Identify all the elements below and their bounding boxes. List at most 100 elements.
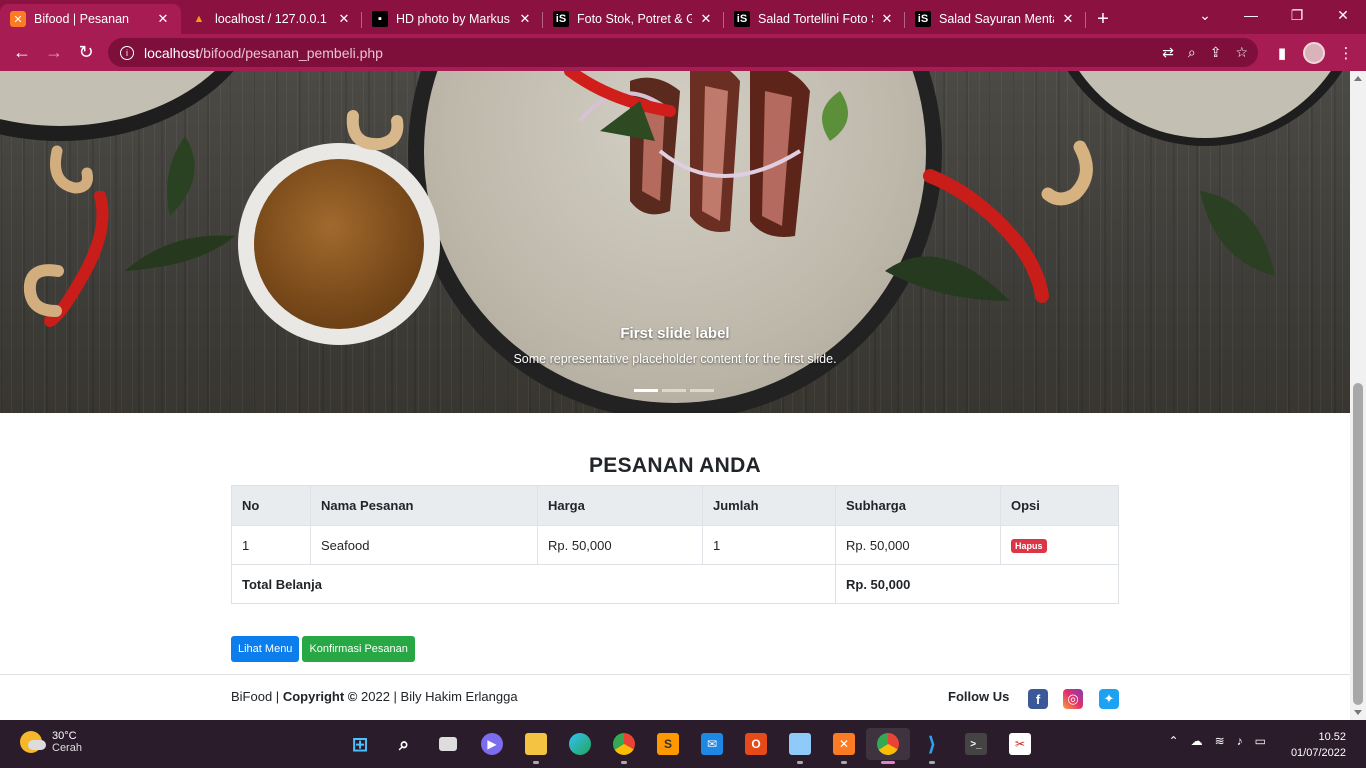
url-path: /bifood/pesanan_pembeli.php <box>199 44 383 61</box>
profile-avatar[interactable] <box>1298 37 1330 69</box>
close-tab-icon[interactable]: ✕ <box>336 11 352 27</box>
close-window-icon[interactable]: ✕ <box>1320 0 1366 30</box>
sublime-button[interactable]: S <box>646 728 690 760</box>
close-tab-icon[interactable]: ✕ <box>879 11 895 27</box>
search-button[interactable]: ⌕ <box>382 728 426 760</box>
instagram-icon[interactable]: ◎ <box>1063 689 1083 709</box>
close-tab-icon[interactable]: ✕ <box>517 11 533 27</box>
onedrive-icon[interactable]: ☁ <box>1191 734 1203 748</box>
close-tab-icon[interactable]: ✕ <box>155 11 171 27</box>
search-icon: ⌕ <box>398 733 410 754</box>
istock-icon: iS <box>915 11 931 27</box>
carousel-indicator-1[interactable] <box>634 389 658 392</box>
translate-icon[interactable]: ⇄ <box>1162 44 1174 61</box>
volume-icon[interactable]: ♪ <box>1237 734 1243 748</box>
site-info-icon[interactable]: i <box>120 45 134 60</box>
tab-phpmyadmin[interactable]: ▲ localhost / 127.0.0.1 | p ✕ <box>181 4 362 34</box>
tab-bifood-pesanan[interactable]: ✕ Bifood | Pesanan ✕ <box>0 4 181 34</box>
page-scrollbar[interactable] <box>1350 71 1366 720</box>
tab-title: Salad Tortellini Foto St <box>758 12 873 26</box>
xampp-button[interactable]: ✕ <box>822 728 866 764</box>
col-header-opsi: Opsi <box>1000 485 1119 526</box>
tab-istock-3[interactable]: iS Salad Sayuran Mentah ✕ <box>905 4 1086 34</box>
istock-icon: iS <box>553 11 569 27</box>
office-button[interactable]: O <box>734 728 778 760</box>
vscode-button[interactable]: ⟩ <box>910 728 954 764</box>
order-actions: Lihat Menu Konfirmasi Pesanan <box>231 636 415 662</box>
carousel-caption-text: Some representative placeholder content … <box>513 352 837 366</box>
follow-us-label: Follow Us <box>948 689 1010 704</box>
side-panel-icon[interactable]: ▮ <box>1266 37 1298 69</box>
carousel-indicator-3[interactable] <box>690 389 714 392</box>
chrome-profile-button[interactable] <box>866 728 910 764</box>
tab-istock-1[interactable]: iS Foto Stok, Potret & Ga ✕ <box>543 4 724 34</box>
back-arrow-icon[interactable]: ← <box>6 37 38 69</box>
twitter-icon[interactable]: ✦ <box>1099 689 1119 709</box>
scrollbar-thumb[interactable] <box>1353 383 1363 705</box>
restore-icon[interactable]: ❐ <box>1274 0 1320 30</box>
photos-icon <box>789 733 811 755</box>
tab-title: HD photo by Markus \ <box>396 12 511 26</box>
bookmark-star-icon[interactable]: ☆ <box>1235 44 1248 61</box>
hapus-button[interactable]: Hapus <box>1011 539 1047 553</box>
mail-button[interactable]: ✉ <box>690 728 734 760</box>
tab-strip: ✕ Bifood | Pesanan ✕ ▲ localhost / 127.0… <box>0 0 1366 34</box>
weather-icon <box>20 731 46 753</box>
weather-widget[interactable]: 30°C Cerah <box>20 730 82 754</box>
address-bar[interactable]: i localhost/bifood/pesanan_pembeli.php ⇄… <box>108 38 1258 67</box>
leaf-image <box>167 136 195 216</box>
url-host: localhost <box>144 44 200 61</box>
tab-title: localhost / 127.0.0.1 | p <box>215 12 330 26</box>
carousel-indicators <box>634 389 714 392</box>
tab-search-icon[interactable]: ⌄ <box>1182 0 1228 30</box>
lihat-menu-button[interactable]: Lihat Menu <box>231 636 300 662</box>
konfirmasi-pesanan-button[interactable]: Konfirmasi Pesanan <box>302 636 415 662</box>
zoom-icon[interactable]: ⌕ <box>1188 44 1196 61</box>
mail-icon: ✉ <box>701 733 723 755</box>
chat-button[interactable]: ▶ <box>470 728 514 760</box>
footer-copyright: BiFood | Copyright © 2022 | Bily Hakim E… <box>231 689 518 704</box>
hero-carousel[interactable]: First slide label Some representative pl… <box>0 71 1350 413</box>
cashew-image <box>50 145 93 194</box>
weather-condition: Cerah <box>52 742 82 754</box>
windows-taskbar: 30°C Cerah ⊞ ⌕ ▶ S ✉ O ✕ ⟩ >_ ✂ ⌃ ☁ ≋ ♪ … <box>0 720 1366 768</box>
tab-istock-2[interactable]: iS Salad Tortellini Foto St ✕ <box>724 4 905 34</box>
clock[interactable]: 10.52 01/07/2022 <box>1291 729 1346 761</box>
minimize-icon[interactable]: — <box>1228 0 1274 30</box>
facebook-icon[interactable]: f <box>1028 689 1048 709</box>
new-tab-button[interactable]: + <box>1086 4 1120 34</box>
chrome-icon <box>877 733 899 755</box>
kebab-menu-icon[interactable]: ⋮ <box>1330 37 1362 69</box>
carousel-indicator-2[interactable] <box>662 389 686 392</box>
leaf-image <box>125 235 235 271</box>
task-view-button[interactable] <box>426 728 470 760</box>
close-tab-icon[interactable]: ✕ <box>1060 11 1076 27</box>
task-view-icon <box>439 737 457 751</box>
col-header-jumlah: Jumlah <box>702 485 836 526</box>
edge-button[interactable] <box>558 728 602 760</box>
scroll-down-icon[interactable] <box>1354 710 1362 715</box>
footer-copyright-label: Copyright © <box>282 689 358 704</box>
battery-icon[interactable]: ▭ <box>1255 734 1266 748</box>
chevron-up-icon[interactable]: ⌃ <box>1169 734 1179 748</box>
footer: BiFood | Copyright © 2022 | Bily Hakim E… <box>0 674 1350 720</box>
col-header-subharga: Subharga <box>835 485 1001 526</box>
tab-unsplash[interactable]: ▪ HD photo by Markus \ ✕ <box>362 4 543 34</box>
scroll-up-icon[interactable] <box>1354 76 1362 81</box>
close-tab-icon[interactable]: ✕ <box>698 11 714 27</box>
cell-nama: Seafood <box>310 525 538 565</box>
snipping-tool-button[interactable]: ✂ <box>998 728 1042 760</box>
file-explorer-button[interactable] <box>514 728 558 764</box>
reload-icon[interactable]: ↻ <box>70 37 102 69</box>
office-icon: O <box>745 733 767 755</box>
photos-button[interactable] <box>778 728 822 764</box>
phpmyadmin-icon: ▲ <box>193 13 205 25</box>
share-icon[interactable]: ⇪ <box>1210 44 1222 61</box>
wifi-icon[interactable]: ≋ <box>1215 734 1225 748</box>
start-button[interactable]: ⊞ <box>338 728 382 760</box>
chrome-button[interactable] <box>602 728 646 764</box>
cashew-image <box>1041 140 1093 206</box>
terminal-button[interactable]: >_ <box>954 728 998 760</box>
forward-arrow-icon[interactable]: → <box>38 37 70 69</box>
table-row: 1 Seafood Rp. 50,000 1 Rp. 50,000 Hapus <box>231 525 1119 565</box>
